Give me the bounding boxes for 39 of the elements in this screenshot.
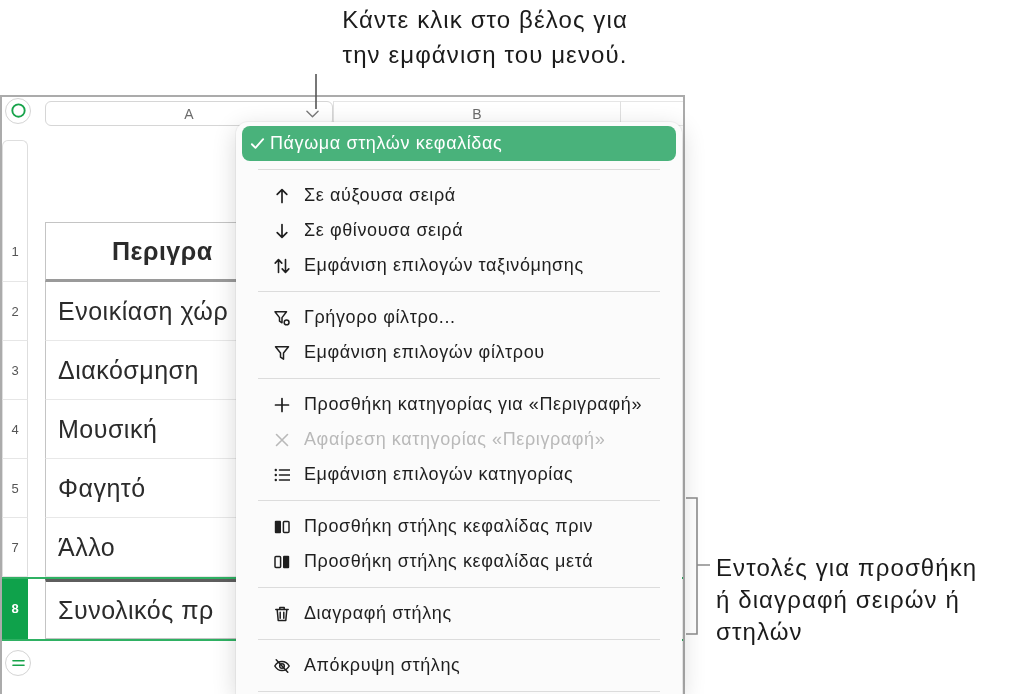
table-handle-button[interactable] (5, 97, 31, 124)
row-header[interactable]: 1 (2, 222, 28, 282)
callout-text: Εντολές για προσθήκη ή διαγραφή σειρών ή στηλών (716, 553, 979, 647)
chevron-down-icon (305, 109, 319, 118)
menu-item[interactable]: Γρήγορο φίλτρο... (242, 300, 676, 335)
cross-icon (274, 431, 290, 448)
row-header[interactable]: 5 (2, 459, 28, 518)
menu-item[interactable]: Προσθήκη στήλης κεφαλίδας μετά (242, 544, 676, 579)
menu-item[interactable]: Διαγραφή στήλης (242, 596, 676, 631)
list-icon (274, 466, 290, 483)
arrow-up-icon (274, 187, 290, 204)
row-header[interactable]: 4 (2, 400, 28, 459)
funnel-icon (274, 344, 290, 361)
menu-item[interactable]: Σε αύξουσα σειρά (242, 178, 676, 213)
menu-item[interactable]: Προσθήκη κατηγορίας για «Περιγραφή» (242, 387, 676, 422)
menu-item[interactable]: Προσθήκη στήλης κεφαλίδας πριν (242, 509, 676, 544)
ring-icon (10, 103, 26, 118)
menu-item[interactable]: Εμφάνιση επιλογών φίλτρου (242, 335, 676, 370)
callout-text: Κάντε κλικ στο βέλος για την εμφάνιση του μενού. (341, 5, 629, 70)
column-left-icon (274, 518, 290, 535)
column-label: A (183, 105, 195, 122)
column-label: B (471, 105, 483, 122)
trash-icon (274, 605, 290, 622)
menu-item[interactable]: Εμφάνιση επιλογών ταξινόμησης (242, 248, 676, 283)
row-header[interactable]: 2 (2, 282, 28, 341)
column-header[interactable]: A (45, 101, 333, 126)
equals-icon (11, 659, 25, 667)
row-header[interactable]: 3 (2, 341, 28, 400)
eye-slash-icon (274, 657, 290, 674)
plus-icon (274, 396, 290, 413)
leader-line (315, 74, 317, 109)
column-right-icon (274, 553, 290, 570)
menu-item[interactable]: Σε φθίνουσα σειρά (242, 213, 676, 248)
sort-arrows-icon (274, 257, 290, 274)
menu-item[interactable]: Απόκρυψη στήλης (242, 648, 676, 683)
menu-item[interactable]: Εμφάνιση επιλογών κατηγορίας (242, 457, 676, 492)
arrow-down-icon (274, 222, 290, 239)
row-header[interactable]: 7 (2, 518, 28, 577)
row-handle-button[interactable] (5, 650, 31, 676)
